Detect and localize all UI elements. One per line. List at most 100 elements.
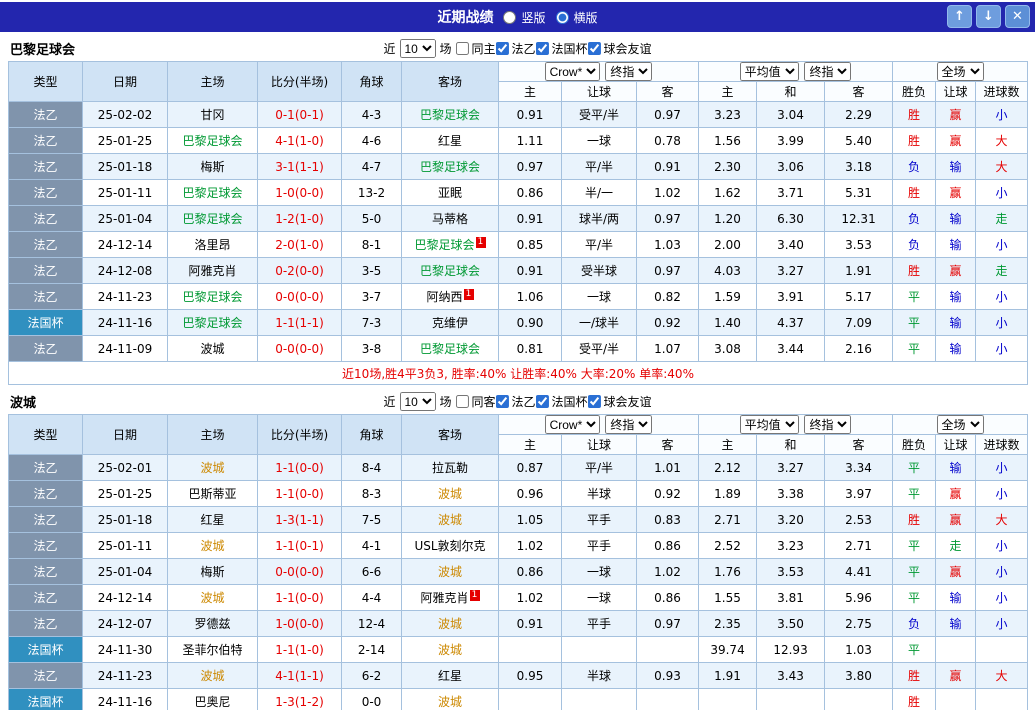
filter-checkbox-法乙[interactable]: 法乙 bbox=[496, 40, 536, 57]
goals-result-cell bbox=[976, 637, 1028, 663]
checkbox-input[interactable] bbox=[496, 42, 509, 55]
home-odds-cell bbox=[499, 689, 562, 710]
goals-result-cell: 大 bbox=[976, 663, 1028, 689]
fulltime-select[interactable]: 全场 bbox=[937, 62, 984, 81]
asian-result-cell: 赢 bbox=[936, 507, 976, 533]
avg-draw-odds-cell: 3.44 bbox=[757, 336, 825, 362]
checkbox-label: 球会友谊 bbox=[604, 40, 652, 57]
checkbox-input[interactable] bbox=[455, 395, 468, 408]
layout-radio-横版[interactable]: 横版 bbox=[556, 9, 598, 26]
avg-draw-odds-cell bbox=[757, 689, 825, 710]
fulltime-select[interactable]: 全场 bbox=[937, 415, 984, 434]
date-cell: 25-01-25 bbox=[83, 481, 168, 507]
col-date: 日期 bbox=[83, 415, 168, 455]
odds-stage-select[interactable]: 终指 bbox=[605, 62, 652, 81]
match-row: 法乙24-11-23巴黎足球会0-0(0-0)3-7阿纳西11.06一球0.82… bbox=[9, 284, 1028, 310]
filter-checkbox-法国杯[interactable]: 法国杯 bbox=[536, 40, 588, 57]
filter-checkbox-法国杯[interactable]: 法国杯 bbox=[536, 393, 588, 410]
checkbox-input[interactable] bbox=[536, 395, 549, 408]
avg-home-odds-cell: 1.55 bbox=[699, 585, 757, 611]
handicap-cell: 一球 bbox=[562, 585, 637, 611]
checkbox-input[interactable] bbox=[455, 42, 468, 55]
avg-stage-select[interactable]: 终指 bbox=[804, 62, 851, 81]
avg-home-odds-cell: 1.59 bbox=[699, 284, 757, 310]
home-odds-cell: 0.91 bbox=[499, 258, 562, 284]
col-goals: 进球数 bbox=[976, 82, 1028, 102]
filter-checkbox-法乙[interactable]: 法乙 bbox=[496, 393, 536, 410]
col-home: 主场 bbox=[168, 62, 258, 102]
date-cell: 24-12-14 bbox=[83, 585, 168, 611]
checkbox-input[interactable] bbox=[588, 395, 601, 408]
scroll-up-button[interactable]: ↑ bbox=[947, 5, 972, 28]
match-row: 法乙24-12-14洛里昂2-0(1-0)8-1巴黎足球会10.85平/半1.0… bbox=[9, 232, 1028, 258]
filter-checkbox-同主[interactable]: 同主 bbox=[455, 40, 495, 57]
bookmaker-select[interactable]: Crow* bbox=[545, 62, 600, 81]
score-cell: 0-1(0-1) bbox=[258, 102, 342, 128]
asian-result-cell: 输 bbox=[936, 611, 976, 637]
avg-away-odds-cell: 1.03 bbox=[825, 637, 893, 663]
corner-cell: 2-14 bbox=[342, 637, 402, 663]
home-odds-cell: 0.91 bbox=[499, 611, 562, 637]
avg-draw-odds-cell: 3.23 bbox=[757, 533, 825, 559]
handicap-cell: 平/半 bbox=[562, 455, 637, 481]
corner-cell: 8-1 bbox=[342, 232, 402, 258]
asian-result-cell bbox=[936, 637, 976, 663]
red-card-badge: 1 bbox=[470, 590, 480, 601]
date-cell: 25-02-02 bbox=[83, 102, 168, 128]
section-header: 巴黎足球会 近 10 场 同主法乙法国杯球会友谊 bbox=[8, 36, 1027, 61]
col-home: 主场 bbox=[168, 415, 258, 455]
team-name: 巴黎足球会 bbox=[8, 39, 75, 58]
away-team-cell: 克维伊 bbox=[402, 310, 499, 336]
avg-home-odds-cell: 2.30 bbox=[699, 154, 757, 180]
result-cell: 平 bbox=[893, 310, 936, 336]
average-select[interactable]: 平均值 bbox=[740, 415, 799, 434]
date-cell: 25-01-11 bbox=[83, 533, 168, 559]
away-team-cell: 波城 bbox=[402, 481, 499, 507]
sub-avg-draw: 和 bbox=[757, 435, 825, 455]
odds-stage-select[interactable]: 终指 bbox=[605, 415, 652, 434]
avg-draw-odds-cell: 3.81 bbox=[757, 585, 825, 611]
asian-result-cell: 赢 bbox=[936, 102, 976, 128]
match-count-select[interactable]: 10 bbox=[399, 39, 435, 58]
league-cell: 法国杯 bbox=[9, 310, 83, 336]
corner-cell: 7-3 bbox=[342, 310, 402, 336]
layout-radio-竖版[interactable]: 竖版 bbox=[503, 9, 545, 26]
home-odds-cell: 0.86 bbox=[499, 559, 562, 585]
filter-checkbox-球会友谊[interactable]: 球会友谊 bbox=[588, 40, 652, 57]
away-team-cell: 波城 bbox=[402, 689, 499, 710]
scroll-down-button[interactable]: ↓ bbox=[976, 5, 1001, 28]
layout-radio-input[interactable] bbox=[556, 11, 569, 24]
goals-result-cell: 大 bbox=[976, 154, 1028, 180]
avg-home-odds-cell: 1.89 bbox=[699, 481, 757, 507]
checkbox-input[interactable] bbox=[536, 42, 549, 55]
result-cell: 负 bbox=[893, 232, 936, 258]
home-team-cell: 巴黎足球会 bbox=[168, 128, 258, 154]
avg-home-odds-cell: 1.62 bbox=[699, 180, 757, 206]
close-button[interactable]: ✕ bbox=[1005, 5, 1030, 28]
checkbox-input[interactable] bbox=[496, 395, 509, 408]
asian-result-cell: 输 bbox=[936, 232, 976, 258]
filter-checkbox-同客[interactable]: 同客 bbox=[455, 393, 495, 410]
home-team-cell: 巴黎足球会 bbox=[168, 284, 258, 310]
corner-cell: 4-4 bbox=[342, 585, 402, 611]
league-cell: 法乙 bbox=[9, 284, 83, 310]
avg-home-odds-cell bbox=[699, 689, 757, 710]
fulltime-select-group: 全场 bbox=[893, 415, 1028, 435]
avg-away-odds-cell: 2.75 bbox=[825, 611, 893, 637]
home-odds-cell bbox=[499, 637, 562, 663]
league-cell: 法乙 bbox=[9, 206, 83, 232]
page-title: 近期战绩 bbox=[437, 7, 493, 27]
away-odds-cell: 0.86 bbox=[637, 533, 699, 559]
league-cell: 法乙 bbox=[9, 611, 83, 637]
bookmaker-select[interactable]: Crow* bbox=[545, 415, 600, 434]
filter-checkbox-球会友谊[interactable]: 球会友谊 bbox=[588, 393, 652, 410]
avg-stage-select[interactable]: 终指 bbox=[804, 415, 851, 434]
goals-result-cell: 走 bbox=[976, 258, 1028, 284]
result-cell: 胜 bbox=[893, 102, 936, 128]
match-count-select[interactable]: 10 bbox=[399, 392, 435, 411]
handicap-cell: 半球 bbox=[562, 663, 637, 689]
handicap-cell: 半/一 bbox=[562, 180, 637, 206]
average-select[interactable]: 平均值 bbox=[740, 62, 799, 81]
layout-radio-input[interactable] bbox=[503, 11, 516, 24]
checkbox-input[interactable] bbox=[588, 42, 601, 55]
